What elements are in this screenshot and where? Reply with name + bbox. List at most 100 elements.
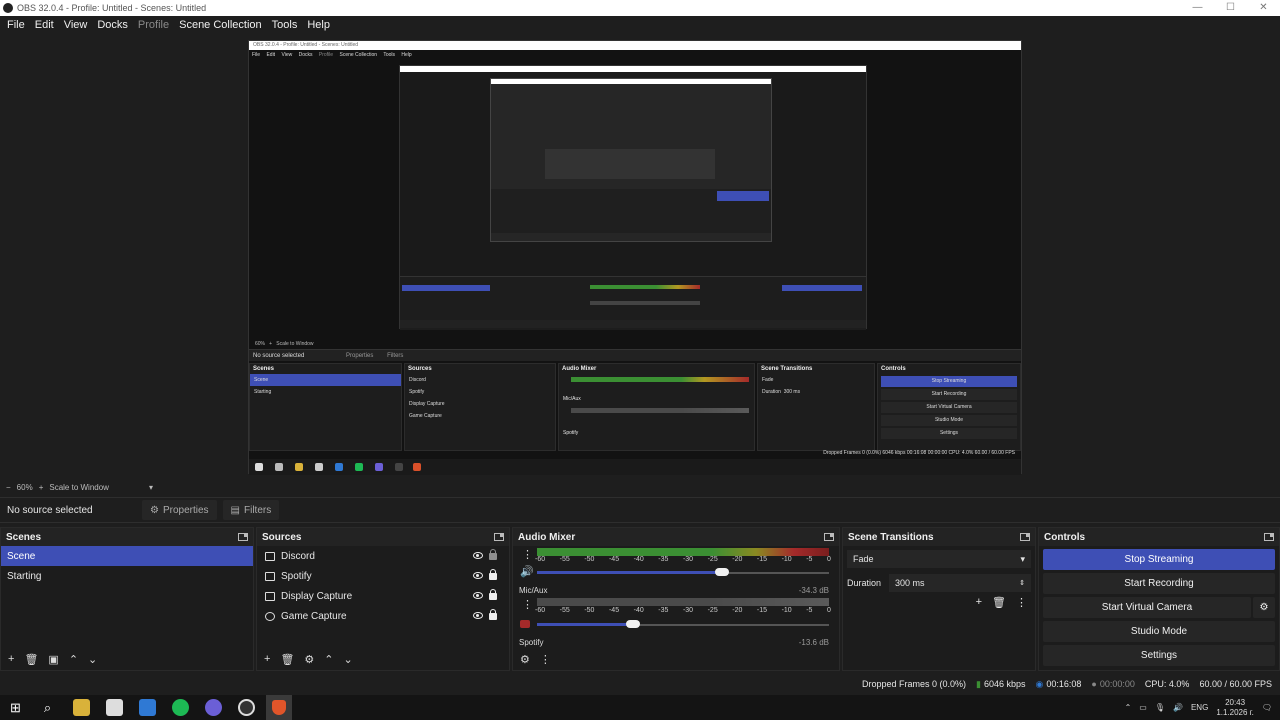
spotify-icon[interactable] (172, 699, 189, 716)
preview-area[interactable]: OBS 32.0.4 - Profile: Untitled - Scenes:… (0, 33, 1280, 479)
obs-icon[interactable] (238, 699, 255, 716)
network-icon[interactable]: ▭ (1139, 703, 1147, 712)
add-transition-icon[interactable]: + (976, 596, 982, 609)
virtual-camera-settings-icon[interactable]: ⚙ (1253, 597, 1275, 618)
menu-tools[interactable]: Tools (267, 19, 303, 31)
source-item[interactable]: Spotify (257, 566, 509, 586)
popout-icon[interactable] (1264, 533, 1274, 541)
minimize-button[interactable]: — (1181, 0, 1214, 16)
close-button[interactable]: ✕ (1247, 0, 1280, 16)
nested-menu-bar: File Edit View Docks Profile Scene Colle… (249, 50, 1021, 60)
duration-spinbox[interactable]: 300 ms ⇕ (889, 574, 1031, 592)
language-indicator[interactable]: ENG (1191, 703, 1208, 712)
menu-scene-collection[interactable]: Scene Collection (174, 19, 267, 31)
nested-scenes-title: Scenes (253, 366, 275, 372)
channel-menu-icon[interactable]: ⋮ (522, 548, 533, 561)
nested-control-button: Settings (881, 428, 1017, 439)
popout-icon[interactable] (1020, 533, 1030, 541)
scale-dropdown-icon[interactable]: ▾ (149, 483, 153, 492)
plus-icon[interactable]: + (39, 483, 44, 492)
windows-start-icon[interactable]: ⊞ (7, 699, 24, 716)
popout-icon[interactable] (238, 533, 248, 541)
volume-slider-fill[interactable] (537, 571, 719, 574)
popout-icon[interactable] (824, 533, 834, 541)
nested-menu-item: Tools (383, 52, 396, 58)
add-scene-icon[interactable]: + (8, 653, 14, 665)
app-icon[interactable] (139, 699, 156, 716)
visibility-eye-icon[interactable] (473, 612, 483, 619)
source-item[interactable]: Display Capture (257, 586, 509, 606)
volume-slider-track[interactable] (633, 624, 829, 626)
volume-slider-knob[interactable] (715, 568, 729, 576)
remove-source-icon[interactable]: 🗑 (280, 653, 294, 666)
channel-menu-icon[interactable]: ⋮ (522, 598, 533, 611)
menu-edit[interactable]: Edit (30, 19, 59, 31)
remove-scene-icon[interactable]: 🗑 (24, 653, 38, 666)
volume-slider-knob[interactable] (626, 620, 640, 628)
mute-icon[interactable] (520, 620, 530, 628)
menu-view[interactable]: View (59, 19, 93, 31)
spin-icon[interactable]: ⇕ (1019, 579, 1025, 587)
transition-menu-icon[interactable]: ⋮ (1016, 596, 1027, 609)
visibility-eye-icon[interactable] (473, 552, 483, 559)
properties-button[interactable]: ⚙ Properties (142, 500, 217, 520)
discord-icon[interactable] (205, 699, 222, 716)
source-item[interactable]: Discord (257, 546, 509, 566)
file-explorer-icon[interactable] (73, 699, 90, 716)
search-icon[interactable]: ⌕ (39, 699, 56, 716)
move-up-icon[interactable]: ⌃ (69, 653, 78, 666)
studio-mode-button[interactable]: Studio Mode (1043, 621, 1275, 642)
brave-taskbar-button[interactable] (266, 695, 292, 720)
nested-screen-block (545, 149, 715, 179)
record-time: ● 00:00:00 (1091, 679, 1134, 689)
mixer-menu-icon[interactable]: ⋮ (540, 653, 551, 666)
move-up-icon[interactable]: ⌃ (324, 653, 333, 666)
preview-canvas[interactable]: OBS 32.0.4 - Profile: Untitled - Scenes:… (248, 40, 1022, 475)
speaker-icon[interactable]: 🔊 (520, 565, 534, 578)
popout-icon[interactable] (494, 533, 504, 541)
volume-slider-fill[interactable] (537, 623, 633, 626)
menu-profile[interactable]: Profile (133, 19, 174, 31)
menu-help[interactable]: Help (302, 19, 335, 31)
stop-streaming-button[interactable]: Stop Streaming (1043, 549, 1275, 570)
nested-duration-value: 300 ms (783, 389, 801, 395)
lock-icon[interactable] (489, 549, 497, 560)
filters-button[interactable]: ▤ Filters (222, 500, 280, 520)
move-down-icon[interactable]: ⌄ (344, 653, 353, 666)
scene-item[interactable]: Starting (1, 566, 253, 586)
start-virtual-camera-button[interactable]: Start Virtual Camera (1043, 597, 1251, 618)
scene-item[interactable]: Scene (1, 546, 253, 566)
nested-screen-titlebar (491, 79, 771, 84)
nested-store-icon (315, 463, 323, 471)
visibility-eye-icon[interactable] (473, 592, 483, 599)
add-source-icon[interactable]: + (264, 653, 270, 665)
store-icon[interactable] (106, 699, 123, 716)
move-down-icon[interactable]: ⌄ (88, 653, 97, 666)
source-item[interactable]: Game Capture (257, 606, 509, 626)
lock-icon[interactable] (489, 589, 497, 600)
settings-button[interactable]: Settings (1043, 645, 1275, 666)
minus-icon[interactable]: − (6, 483, 11, 492)
start-recording-button[interactable]: Start Recording (1043, 573, 1275, 594)
nested-inner-meter-grey (590, 301, 700, 305)
scene-filters-icon[interactable]: ▣ (48, 653, 58, 666)
controls-title: Controls (1044, 531, 1086, 543)
lock-icon[interactable] (489, 609, 497, 620)
advanced-audio-icon[interactable]: ⚙ (520, 653, 530, 666)
lock-icon[interactable] (489, 569, 497, 580)
mic-icon[interactable]: 🎙 (1155, 703, 1165, 712)
tray-chevron-icon[interactable]: ⌃ (1125, 703, 1132, 712)
menu-docks[interactable]: Docks (92, 19, 133, 31)
scale-select[interactable]: Scale to Window (49, 483, 109, 492)
source-toolbar: No source selected ⚙ Properties ▤ Filter… (0, 497, 1280, 523)
visibility-eye-icon[interactable] (473, 572, 483, 579)
source-settings-icon[interactable]: ⚙ (304, 653, 314, 666)
remove-transition-icon[interactable]: 🗑 (992, 596, 1006, 609)
volume-icon[interactable]: 🔊 (1173, 703, 1183, 712)
clock[interactable]: 20:43 1.1.2026 г. (1216, 698, 1254, 718)
volume-slider-track[interactable] (719, 572, 829, 574)
menu-file[interactable]: File (2, 19, 30, 31)
transition-select[interactable]: Fade ▾ (847, 550, 1031, 568)
maximize-button[interactable]: ☐ (1214, 0, 1247, 16)
notification-icon[interactable]: 🗨 (1262, 703, 1272, 712)
